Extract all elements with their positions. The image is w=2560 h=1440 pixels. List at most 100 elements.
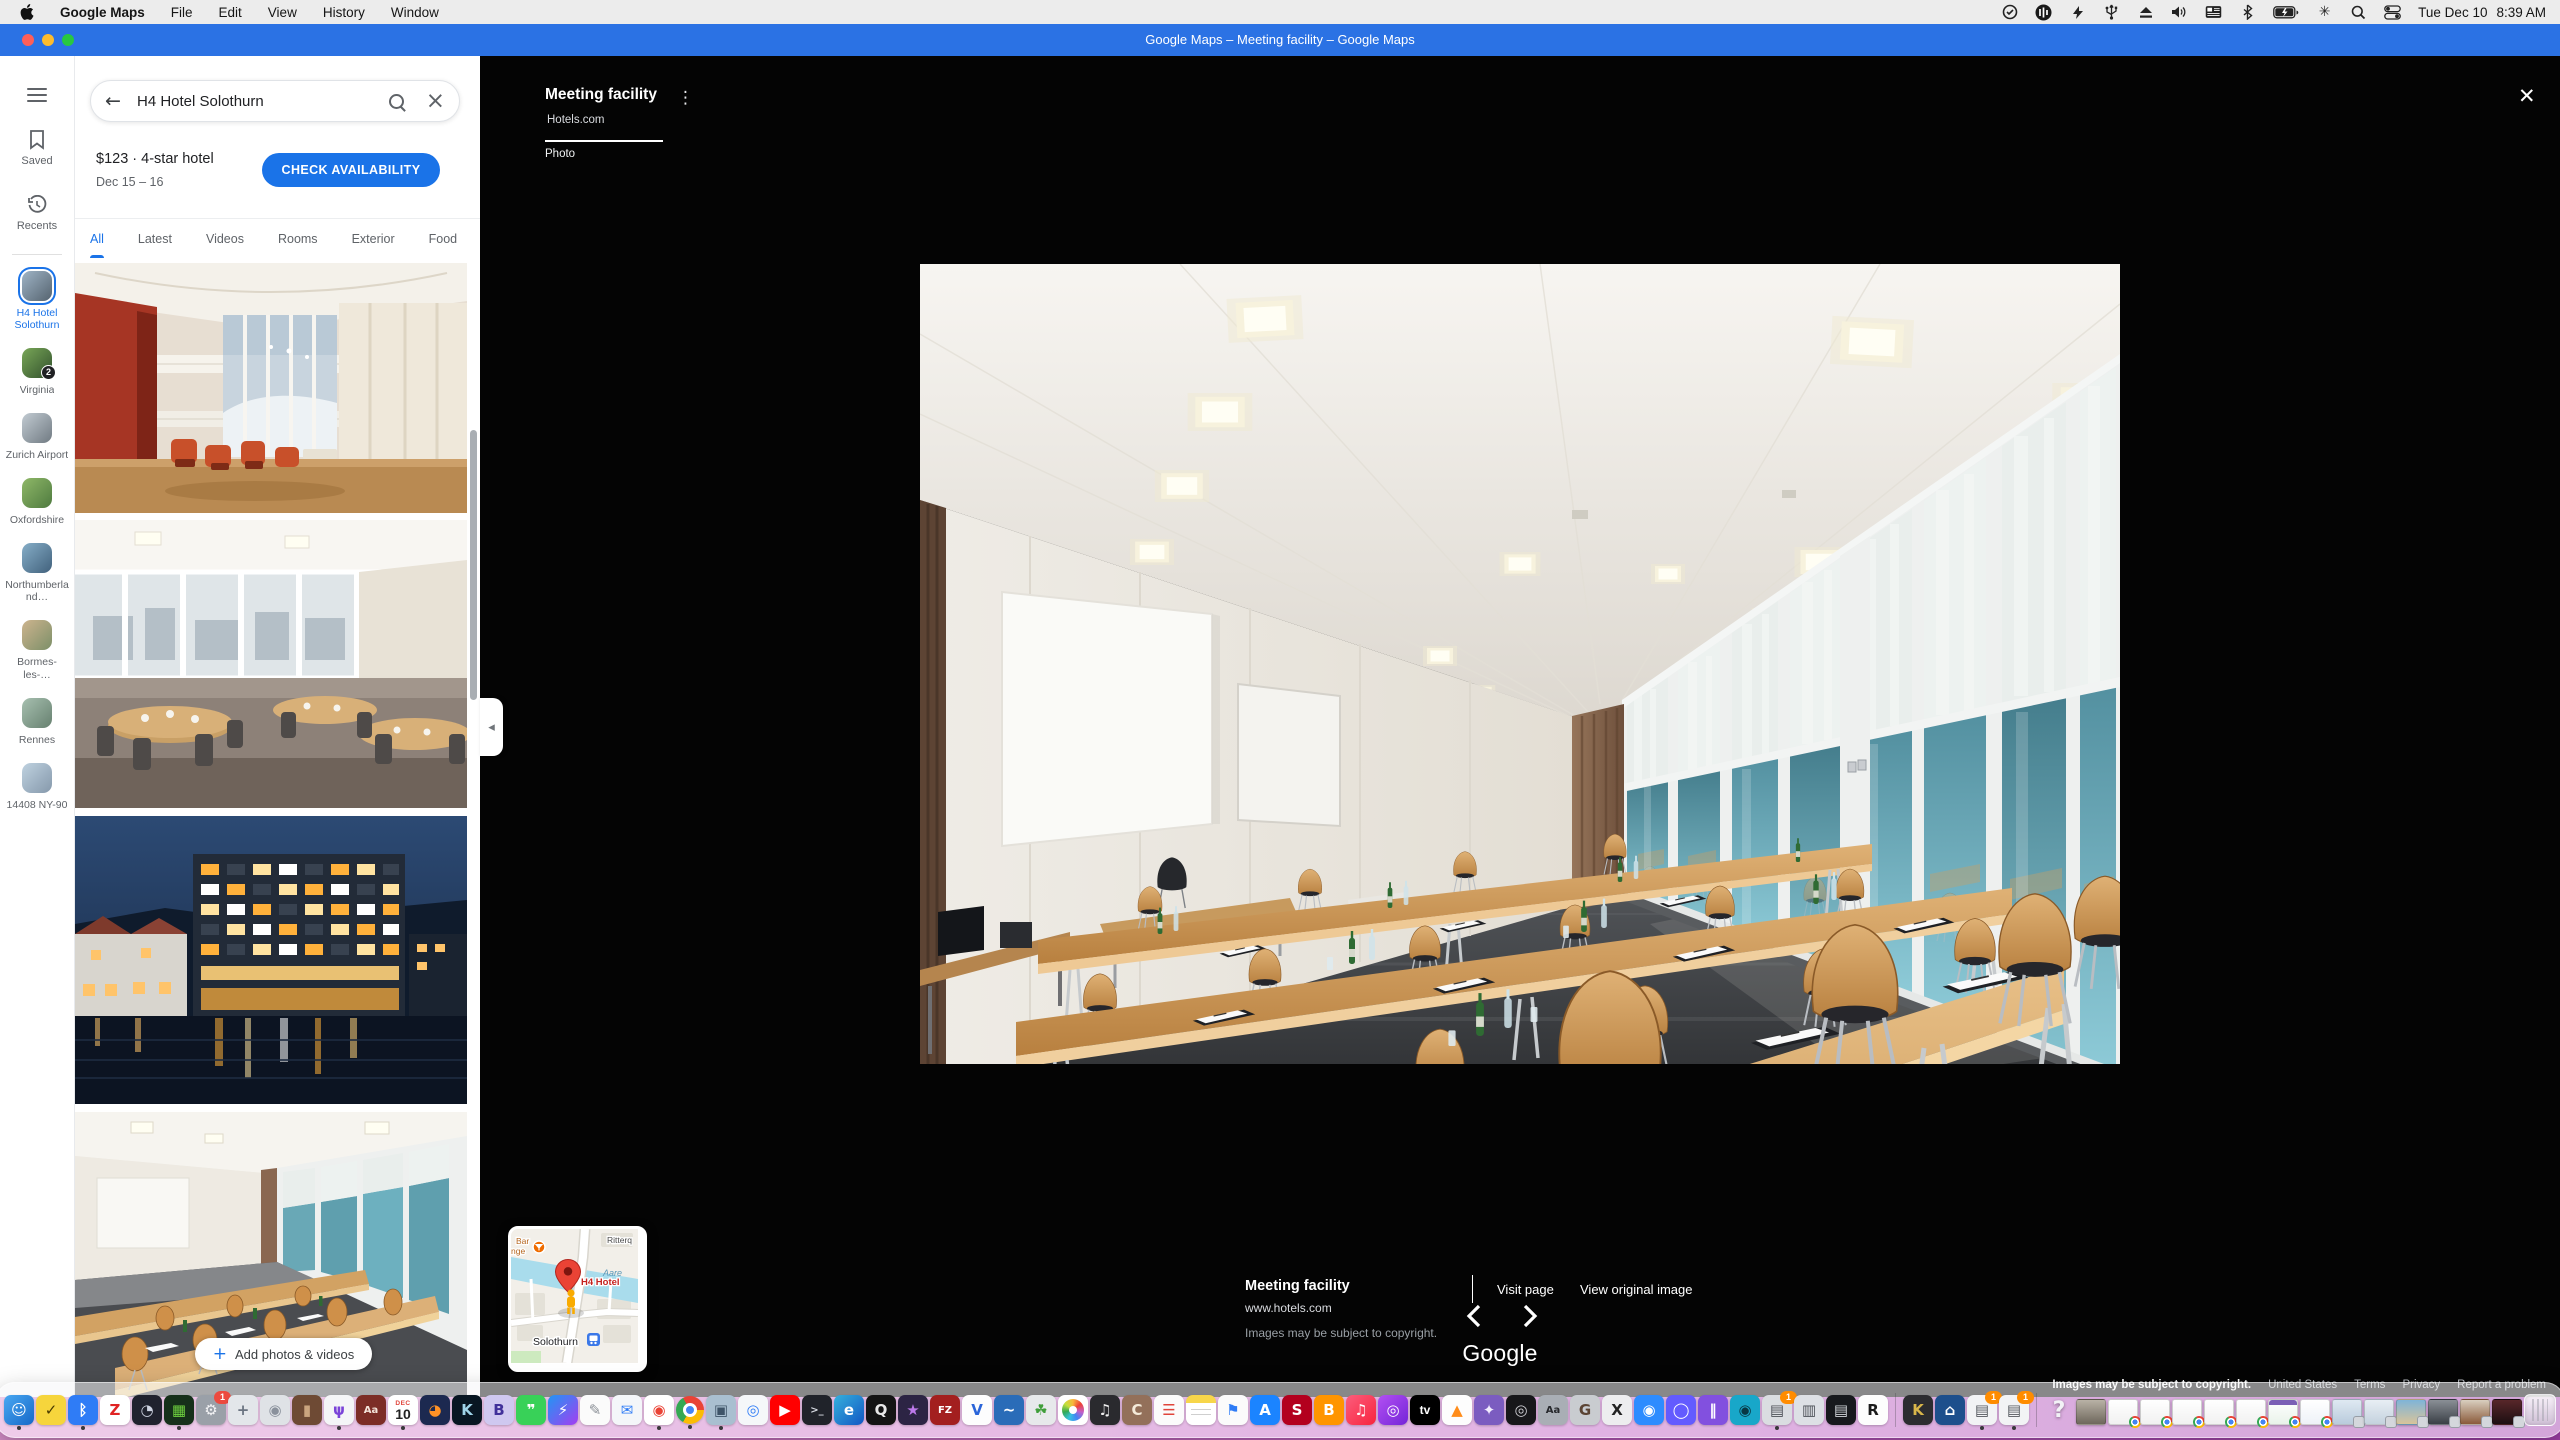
next-photo-button[interactable] xyxy=(1522,1304,1544,1328)
dock-item-loom-app[interactable]: ◯ xyxy=(1666,1395,1696,1425)
dock-item-chrome-window-1[interactable] xyxy=(2108,1399,2138,1425)
menubar-menu-item[interactable]: File xyxy=(171,5,193,20)
dock-item-chrome-window-sheet[interactable] xyxy=(2268,1399,2298,1425)
dock-item-chrome-window-2[interactable] xyxy=(2140,1399,2170,1425)
photo-tab[interactable]: All xyxy=(90,219,104,258)
dock-item-chrome[interactable] xyxy=(676,1396,704,1424)
hotel-dates[interactable]: Dec 15 – 16 xyxy=(96,175,163,189)
volume-status-icon[interactable] xyxy=(2171,4,2188,21)
sidebar-item-place[interactable]: Northumberland… xyxy=(4,543,70,603)
dock-item-finder-window-1[interactable] xyxy=(2332,1399,2362,1425)
panel-scrollbar[interactable] xyxy=(470,430,477,700)
fan-status-icon[interactable]: ✳ xyxy=(2316,4,2333,21)
dock-item-edge[interactable]: e xyxy=(834,1395,864,1425)
dock-item-books[interactable]: B xyxy=(1314,1395,1344,1425)
close-search-icon[interactable]: × xyxy=(426,90,445,113)
dock-item-window-room[interactable] xyxy=(2076,1399,2106,1425)
search-input[interactable] xyxy=(135,92,389,111)
search-icon[interactable] xyxy=(389,94,404,109)
back-icon[interactable]: ← xyxy=(105,90,135,112)
dock-item-app-store[interactable]: A xyxy=(1250,1395,1280,1425)
dock-item-trash[interactable] xyxy=(2524,1394,2556,1426)
dock-item-zoom[interactable]: ◉ xyxy=(1634,1395,1664,1425)
sidebar-item-place[interactable]: H4 Hotel Solothurn xyxy=(4,271,70,331)
dock-item-diagnostics-app[interactable]: + xyxy=(228,1395,258,1425)
sidebar-item-place[interactable]: 2 Virginia xyxy=(4,348,70,396)
dock-item-music[interactable]: ♫ xyxy=(1346,1395,1376,1425)
dock-item-youtube[interactable]: ▶ xyxy=(770,1395,800,1425)
dock-item-copier-app[interactable]: ▥ xyxy=(1794,1395,1824,1425)
dock-item-red-s-app[interactable]: S xyxy=(1282,1395,1312,1425)
dock-item-calendar[interactable]: DEC10 xyxy=(388,1395,418,1425)
viewer-source[interactable]: Hotels.com xyxy=(547,114,605,126)
viewer-photo-tab[interactable]: Photo xyxy=(545,148,575,160)
dock-item-chrome-window-list[interactable] xyxy=(2300,1399,2330,1425)
dock-item-purple-figure-app[interactable]: ✦ xyxy=(1474,1395,1504,1425)
sidebar-item-place[interactable]: Rennes xyxy=(4,698,70,746)
dock-item-terminal[interactable]: >_ xyxy=(802,1395,832,1425)
check-availability-button[interactable]: CHECK AVAILABILITY xyxy=(262,153,440,187)
dock-item-home-app[interactable]: ⌂ xyxy=(1935,1395,1965,1425)
dock-item-leather-app[interactable]: ▮ xyxy=(292,1395,322,1425)
dock-item-mail[interactable]: ✉ xyxy=(612,1395,642,1425)
menubar-clock[interactable]: Tue Dec 108:39 AM xyxy=(2418,5,2546,20)
window-title-bar[interactable]: Google Maps – Meeting facility – Google … xyxy=(0,24,2560,56)
dock-item-photo-window-dark[interactable] xyxy=(2492,1399,2522,1425)
sidebar-item-place[interactable]: Zurich Airport xyxy=(4,413,70,461)
dock-item-chrome-window-5[interactable] xyxy=(2236,1399,2266,1425)
dock-item-messenger[interactable]: ⚡ xyxy=(548,1395,578,1425)
dock-item-photo-window-beach[interactable] xyxy=(2396,1399,2426,1425)
dock-item-messages[interactable]: ❞ xyxy=(516,1395,546,1425)
collapse-panel-handle[interactable]: ◂ xyxy=(480,698,503,756)
dock-item-speedometer-app[interactable]: ◔ xyxy=(132,1395,162,1425)
dock-item-usb-app[interactable]: ψ xyxy=(324,1395,354,1425)
photo-thumbnail-banquet[interactable] xyxy=(75,520,467,808)
spotlight-status-icon[interactable] xyxy=(2350,4,2367,21)
dock-item-bluetooth-app[interactable]: ᛒ xyxy=(68,1395,98,1425)
sidebar-item-saved[interactable]: Saved xyxy=(21,130,52,167)
dock-item-google-maps[interactable]: ◉ xyxy=(644,1395,674,1425)
dock-item-contacts[interactable]: C xyxy=(1122,1395,1152,1425)
dock-item-openoffice[interactable]: ~ xyxy=(994,1395,1024,1425)
meeting-room-photo[interactable] xyxy=(920,264,2120,1064)
search-bar[interactable]: ← × xyxy=(90,80,460,122)
dock-item-disk-utility[interactable]: ◉ xyxy=(260,1395,290,1425)
sidebar-item-place[interactable]: Bormes-les-… xyxy=(4,620,70,680)
photo-tab[interactable]: Exterior xyxy=(352,219,395,258)
dock-item-audio-wave-app[interactable]: ‖ xyxy=(1698,1395,1728,1425)
dock-item-r-app[interactable]: R xyxy=(1858,1395,1888,1425)
dock-item-kindle[interactable]: K xyxy=(452,1395,482,1425)
dock-item-finder[interactable]: ☺ xyxy=(4,1395,34,1425)
dock-item-vinyl-app[interactable]: ◎ xyxy=(1506,1395,1536,1425)
dock-item-printer-3[interactable]: ▤1 xyxy=(1999,1395,2029,1425)
sidebar-item-recents[interactable]: Recents xyxy=(17,195,57,232)
dock-item-fontbook[interactable]: Aa xyxy=(1538,1395,1568,1425)
dock-item-dictionary[interactable]: Aa xyxy=(356,1395,386,1425)
sidebar-item-place[interactable]: Oxfordshire xyxy=(4,478,70,526)
battery-status-icon[interactable] xyxy=(2273,4,2299,21)
dock-item-vlc[interactable]: ▲ xyxy=(1442,1395,1472,1425)
dock-item-firefox[interactable]: ◕ xyxy=(420,1395,450,1425)
dock-item-image-capture[interactable]: ▣ xyxy=(706,1395,736,1425)
dock-item-zinio[interactable]: Z xyxy=(100,1395,130,1425)
dock-item-green-pattern-app[interactable]: ▦ xyxy=(164,1395,194,1425)
add-photos-button[interactable]: + Add photos & videos xyxy=(195,1338,372,1370)
bluetooth-status-icon[interactable] xyxy=(2239,4,2256,21)
dock-item-photo-window-person[interactable] xyxy=(2428,1399,2458,1425)
dock-item-printer-2[interactable]: ▤1 xyxy=(1967,1395,1997,1425)
dock-item-podcasts[interactable]: ◎ xyxy=(1378,1395,1408,1425)
dock-item-help-placeholder[interactable]: ? xyxy=(2044,1395,2074,1425)
dock-item-printer-utility[interactable]: ▤1 xyxy=(1762,1395,1792,1425)
menubar-menu-item[interactable]: Edit xyxy=(219,5,242,20)
sidebar-item-place[interactable]: 14408 NY-90 xyxy=(4,763,70,811)
dock-item-midi-keyboard-app[interactable]: ♫ xyxy=(1090,1395,1120,1425)
dock-item-chrome-window-3[interactable] xyxy=(2172,1399,2202,1425)
caption-url[interactable]: www.hotels.com xyxy=(1245,1301,1332,1315)
dock-item-yellow-check-app[interactable]: ✓ xyxy=(36,1395,66,1425)
view-original-button[interactable]: View original image xyxy=(1580,1282,1693,1297)
dock-item-frog-app[interactable]: ☘ xyxy=(1026,1395,1056,1425)
menu-hamburger-icon[interactable] xyxy=(27,88,47,102)
menubar-menu-item[interactable]: Window xyxy=(391,5,439,20)
map-thumbnail[interactable]: Ritterq Bar nge Aare H4 Hotel Solothurn xyxy=(508,1226,647,1372)
dock-item-black-printer[interactable]: ▤ xyxy=(1826,1395,1856,1425)
